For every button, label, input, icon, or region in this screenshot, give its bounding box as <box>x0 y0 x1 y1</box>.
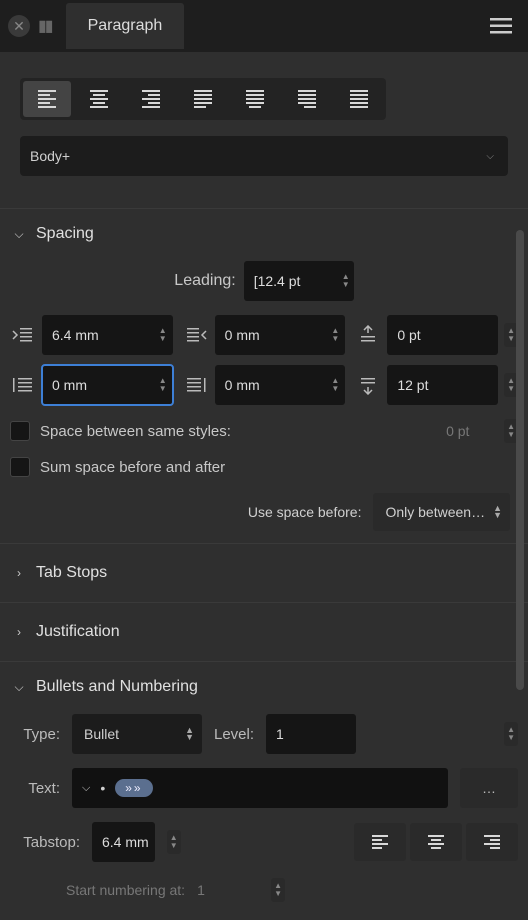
align-right-button[interactable] <box>127 81 175 117</box>
alignment-group <box>20 78 386 120</box>
tab-bar: ✕ ▮▮ Paragraph <box>0 0 528 52</box>
tabalign-left-button[interactable] <box>354 823 406 861</box>
bullet-char: • <box>100 780 105 796</box>
start-numbering-label: Start numbering at: <box>66 882 185 898</box>
sum-space-label: Sum space before and after <box>40 459 225 476</box>
tabstop-align-group <box>354 823 518 861</box>
space-after-input[interactable]: 12 pt <box>387 365 498 405</box>
stepper-icon[interactable]: ▲▼ <box>155 327 167 343</box>
last-line-indent-input[interactable]: 0 mm ▲▼ <box>215 365 346 405</box>
bullet-text-input[interactable]: ⌵ • »» <box>72 768 448 808</box>
use-space-before-label: Use space before: <box>248 504 362 520</box>
right-indent-input[interactable]: 0 mm ▲▼ <box>215 315 346 355</box>
space-between-same-styles-checkbox[interactable] <box>10 421 30 441</box>
tabalign-center-button[interactable] <box>410 823 462 861</box>
justify-last-center-button[interactable] <box>231 81 279 117</box>
align-center-button[interactable] <box>75 81 123 117</box>
chevron-down-icon: ⌵ <box>12 227 26 242</box>
section-justification: › Justification <box>0 602 528 661</box>
tabalign-right-button[interactable] <box>466 823 518 861</box>
leading-input[interactable]: [12.4 pt ▲▼ <box>244 261 354 301</box>
stepper-icon[interactable]: ▲▼ <box>327 377 339 393</box>
justify-last-left-button[interactable] <box>179 81 227 117</box>
bullets-title: Bullets and Numbering <box>36 678 198 696</box>
chevron-right-icon: › <box>12 566 26 580</box>
first-line-indent-input[interactable]: 6.4 mm ▲▼ <box>42 315 173 355</box>
chevron-down-icon: ⌵ <box>482 151 498 162</box>
leading-stepper[interactable]: ▲▼ <box>338 273 350 289</box>
select-chevron-icon: ▲▼ <box>493 505 502 519</box>
chevron-right-icon: › <box>12 625 26 639</box>
start-numbering-stepper[interactable]: ▲▼ <box>271 878 285 902</box>
bullet-placeholder-pill: »» <box>115 779 152 797</box>
spacing-header[interactable]: ⌵ Spacing <box>10 221 518 247</box>
space-before-icon <box>355 325 381 345</box>
tab-stops-title: Tab Stops <box>36 564 107 582</box>
tabstop-stepper[interactable]: ▲▼ <box>167 830 181 854</box>
justify-full-button[interactable] <box>335 81 383 117</box>
section-bullets: ⌵ Bullets and Numbering Type: Bullet ▲▼ … <box>0 661 528 914</box>
chevron-down-icon: ⌵ <box>82 782 90 795</box>
text-label: Text: <box>10 780 60 797</box>
start-numbering-value: 1 <box>197 882 267 898</box>
dock-icon[interactable]: ▮▮ <box>38 16 52 36</box>
space-between-value: 0 pt <box>440 423 500 439</box>
align-left-button[interactable] <box>23 81 71 117</box>
leading-value: [12.4 pt <box>254 273 301 289</box>
paragraph-style-value: Body+ <box>30 148 70 164</box>
last-line-indent-icon <box>183 376 209 394</box>
space-after-icon <box>355 375 381 395</box>
stepper-icon[interactable]: ▲▼ <box>155 377 167 393</box>
stepper-icon[interactable]: ▲▼ <box>327 327 339 343</box>
close-icon[interactable]: ✕ <box>8 15 30 37</box>
justify-last-right-button[interactable] <box>283 81 331 117</box>
chevron-down-icon: ⌵ <box>12 680 26 695</box>
paragraph-style-select[interactable]: Body+ ⌵ <box>20 136 508 176</box>
level-input[interactable]: 1 <box>266 714 356 754</box>
scroll-thumb[interactable] <box>516 230 524 690</box>
section-tab-stops: › Tab Stops <box>0 543 528 602</box>
bullets-header[interactable]: ⌵ Bullets and Numbering <box>10 674 518 700</box>
bullet-browse-button[interactable]: … <box>460 768 518 808</box>
tabstop-label: Tabstop: <box>10 834 80 851</box>
space-between-label: Space between same styles: <box>40 423 231 440</box>
tab-paragraph[interactable]: Paragraph <box>66 3 185 49</box>
left-indent-icon <box>10 376 36 394</box>
tab-stops-header[interactable]: › Tab Stops <box>10 556 518 590</box>
menu-icon[interactable] <box>490 17 520 35</box>
justification-header[interactable]: › Justification <box>10 615 518 649</box>
space-before-input[interactable]: 0 pt <box>387 315 498 355</box>
section-spacing: ⌵ Spacing Leading: [12.4 pt ▲▼ 6.4 mm ▲▼ <box>0 208 528 543</box>
first-line-indent-icon <box>10 326 36 344</box>
right-indent-icon <box>183 326 209 344</box>
spacing-title: Spacing <box>36 225 94 243</box>
type-select[interactable]: Bullet ▲▼ <box>72 714 202 754</box>
sum-space-checkbox[interactable] <box>10 457 30 477</box>
leading-label: Leading: <box>174 272 235 290</box>
select-chevron-icon: ▲▼ <box>185 727 194 741</box>
scrollbar[interactable] <box>516 60 524 880</box>
justification-title: Justification <box>36 623 120 641</box>
left-indent-input[interactable]: 0 mm ▲▼ <box>42 365 173 405</box>
tabstop-input[interactable]: 6.4 mm <box>92 822 155 862</box>
type-label: Type: <box>10 726 60 743</box>
level-label: Level: <box>214 726 254 743</box>
use-space-before-select[interactable]: Only between… ▲▼ <box>373 493 510 531</box>
